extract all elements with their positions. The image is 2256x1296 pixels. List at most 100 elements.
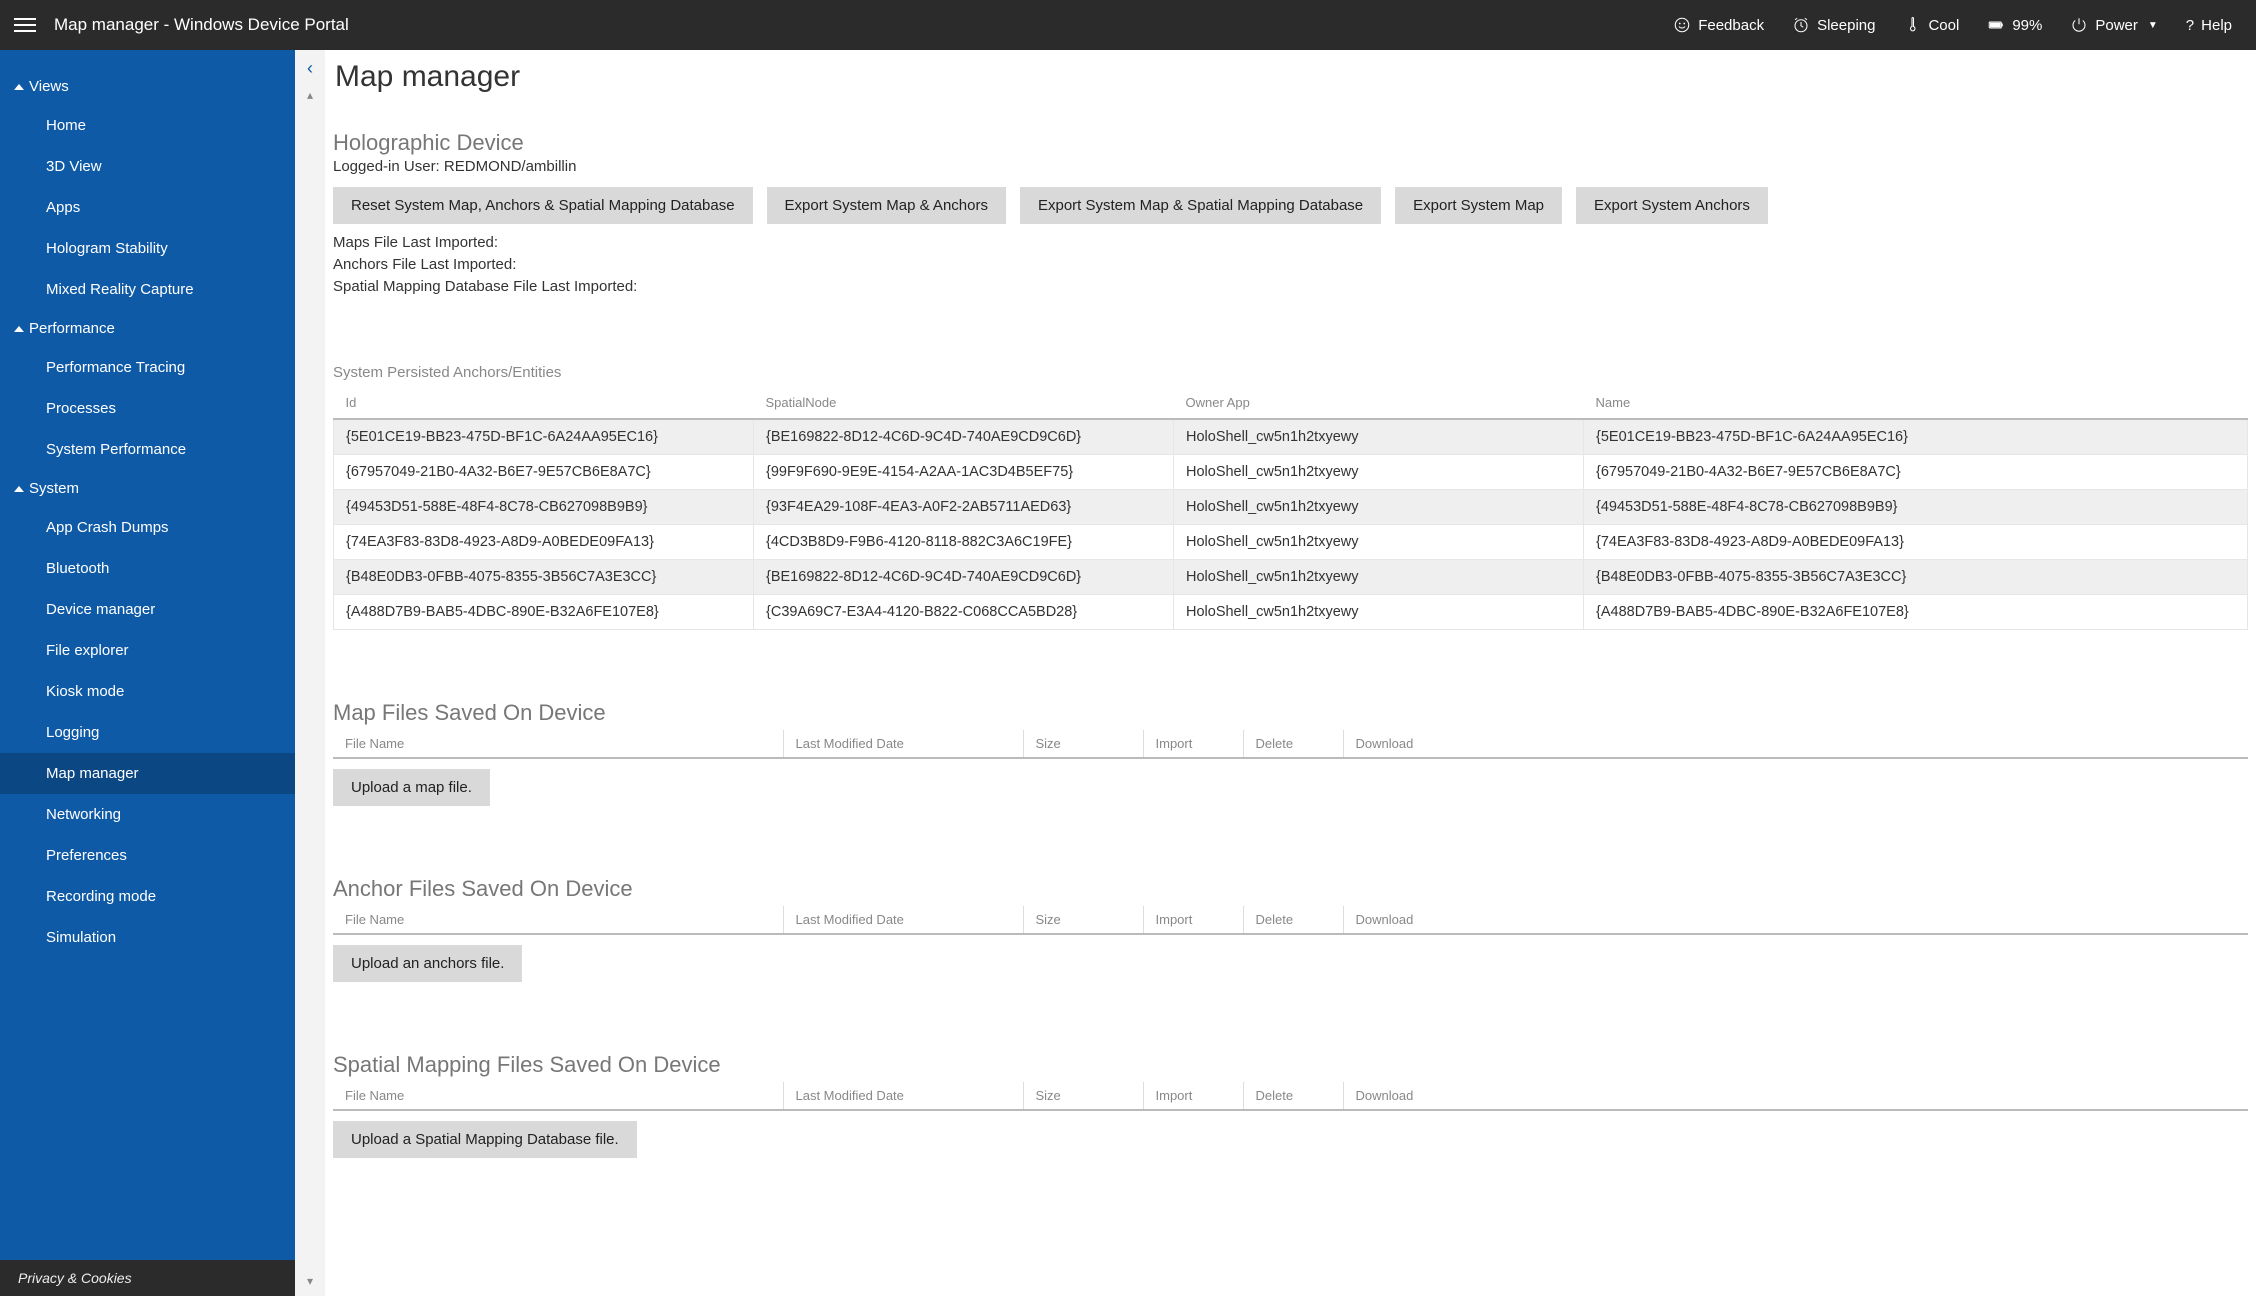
sidebar-item-home[interactable]: Home [0, 105, 295, 146]
export-map-anchors-button[interactable]: Export System Map & Anchors [767, 187, 1006, 224]
col-import[interactable]: Import [1143, 1082, 1243, 1110]
cell-id: {B48E0DB3-0FBB-4075-8355-3B56C7A3E3CC} [334, 560, 754, 595]
sleep-status[interactable]: Sleeping [1792, 16, 1875, 34]
col-delete[interactable]: Delete [1243, 906, 1343, 934]
col-spatialnode[interactable]: SpatialNode [754, 387, 1174, 419]
cell-name: {49453D51-588E-48F4-8C78-CB627098B9B9} [1584, 490, 2248, 525]
anchor-files-title: Anchor Files Saved On Device [333, 876, 2248, 902]
col-modified[interactable]: Last Modified Date [783, 730, 1023, 758]
topbar: Map manager - Windows Device Portal Feed… [0, 0, 2256, 50]
sidebar-item-3d-view[interactable]: 3D View [0, 146, 295, 187]
smile-icon [1673, 16, 1691, 34]
sidebar-item-hologram-stability[interactable]: Hologram Stability [0, 228, 295, 269]
sidebar-item-file-explorer[interactable]: File explorer [0, 630, 295, 671]
battery-status[interactable]: 99% [1987, 16, 2042, 34]
upload-spatial-button[interactable]: Upload a Spatial Mapping Database file. [333, 1121, 637, 1158]
battery-icon [1987, 16, 2005, 34]
spatial-files-table: File Name Last Modified Date Size Import… [333, 1082, 2248, 1111]
cell-node: {C39A69C7-E3A4-4120-B822-C068CCA5BD28} [754, 595, 1174, 630]
action-button-row: Reset System Map, Anchors & Spatial Mapp… [333, 187, 2248, 224]
col-size[interactable]: Size [1023, 730, 1143, 758]
col-size[interactable]: Size [1023, 1082, 1143, 1110]
sidebar-item-processes[interactable]: Processes [0, 388, 295, 429]
col-import[interactable]: Import [1143, 906, 1243, 934]
feedback-button[interactable]: Feedback [1673, 16, 1764, 34]
sidebar-item-system-performance[interactable]: System Performance [0, 429, 295, 470]
sidebar-item-device-manager[interactable]: Device manager [0, 589, 295, 630]
export-map-spatial-button[interactable]: Export System Map & Spatial Mapping Data… [1020, 187, 1381, 224]
table-row[interactable]: {74EA3F83-83D8-4923-A8D9-A0BEDE09FA13}{4… [334, 525, 2248, 560]
sidebar-item-performance-tracing[interactable]: Performance Tracing [0, 347, 295, 388]
sidebar-item-preferences[interactable]: Preferences [0, 835, 295, 876]
cell-node: {BE169822-8D12-4C6D-9C4D-740AE9CD9C6D} [754, 560, 1174, 595]
col-filename[interactable]: File Name [333, 906, 783, 934]
menu-icon[interactable] [14, 14, 36, 36]
reset-button[interactable]: Reset System Map, Anchors & Spatial Mapp… [333, 187, 753, 224]
cell-node: {BE169822-8D12-4C6D-9C4D-740AE9CD9C6D} [754, 419, 1174, 455]
cell-name: {5E01CE19-BB23-475D-BF1C-6A24AA95EC16} [1584, 419, 2248, 455]
sidebar-section-views[interactable]: Views [0, 68, 295, 105]
table-row[interactable]: {A488D7B9-BAB5-4DBC-890E-B32A6FE107E8} {C… [334, 595, 2248, 630]
main-content: Map manager Holographic Device Logged-in… [325, 50, 2256, 1296]
sidebar-item-map-manager[interactable]: Map manager [0, 753, 295, 794]
col-download[interactable]: Download [1343, 1082, 2248, 1110]
privacy-cookies-link[interactable]: Privacy & Cookies [0, 1260, 295, 1296]
col-delete[interactable]: Delete [1243, 730, 1343, 758]
col-filename[interactable]: File Name [333, 730, 783, 758]
cell-node: {4CD3B8D9-F9B6-4120-8118-882C3A6C19FE} [754, 525, 1174, 560]
thermometer-icon [1903, 16, 1921, 34]
sidebar-item-bluetooth[interactable]: Bluetooth [0, 548, 295, 589]
col-name[interactable]: Name [1584, 387, 2248, 419]
sidebar-item-logging[interactable]: Logging [0, 712, 295, 753]
temp-status[interactable]: Cool [1903, 16, 1959, 34]
export-map-button[interactable]: Export System Map [1395, 187, 1562, 224]
holographic-device-header: Holographic Device [333, 130, 2248, 156]
power-icon [2070, 16, 2088, 34]
col-id[interactable]: Id [334, 387, 754, 419]
col-filename[interactable]: File Name [333, 1082, 783, 1110]
scroll-down-icon[interactable]: ▾ [295, 1274, 325, 1288]
col-delete[interactable]: Delete [1243, 1082, 1343, 1110]
sidebar-item-apps[interactable]: Apps [0, 187, 295, 228]
cell-name: {74EA3F83-83D8-4923-A8D9-A0BEDE09FA13} [1584, 525, 2248, 560]
table-row[interactable]: {B48E0DB3-0FBB-4075-8355-3B56C7A3E3CC}{B… [334, 560, 2248, 595]
sidebar-section-performance[interactable]: Performance [0, 310, 295, 347]
anchors-table: Id SpatialNode Owner App Name {5E01CE19-… [333, 387, 2248, 630]
page-title: Map manager [335, 60, 2248, 94]
col-download[interactable]: Download [1343, 906, 2248, 934]
cell-id: {74EA3F83-83D8-4923-A8D9-A0BEDE09FA13} [334, 525, 754, 560]
export-anchors-button[interactable]: Export System Anchors [1576, 187, 1768, 224]
upload-map-button[interactable]: Upload a map file. [333, 769, 490, 806]
sidebar-item-recording-mode[interactable]: Recording mode [0, 876, 295, 917]
table-row[interactable]: {67957049-21B0-4A32-B6E7-9E57CB6E8A7C}{9… [334, 455, 2248, 490]
sidebar-item-simulation[interactable]: Simulation [0, 917, 295, 958]
power-button[interactable]: Power ▼ [2070, 16, 2157, 34]
cell-id: {49453D51-588E-48F4-8C78-CB627098B9B9} [334, 490, 754, 525]
help-button[interactable]: ? Help [2186, 17, 2232, 34]
question-icon: ? [2186, 17, 2194, 34]
sidebar-item-networking[interactable]: Networking [0, 794, 295, 835]
sidebar-item-kiosk-mode[interactable]: Kiosk mode [0, 671, 295, 712]
col-modified[interactable]: Last Modified Date [783, 906, 1023, 934]
upload-anchors-button[interactable]: Upload an anchors file. [333, 945, 522, 982]
col-import[interactable]: Import [1143, 730, 1243, 758]
sidebar: ViewsHome3D ViewAppsHologram StabilityMi… [0, 50, 295, 1296]
sidebar-section-system[interactable]: System [0, 470, 295, 507]
col-modified[interactable]: Last Modified Date [783, 1082, 1023, 1110]
table-row[interactable]: {49453D51-588E-48F4-8C78-CB627098B9B9}{9… [334, 490, 2248, 525]
collapse-sidebar-button[interactable]: ‹ [295, 58, 325, 79]
logged-in-user: Logged-in User: REDMOND/ambillin [333, 158, 2248, 175]
maps-last-imported: Maps File Last Imported: [333, 234, 2248, 251]
sidebar-item-app-crash-dumps[interactable]: App Crash Dumps [0, 507, 295, 548]
scroll-up-icon[interactable]: ▴ [295, 88, 325, 102]
cell-node: {93F4EA29-108F-4EA3-A0F2-2AB5711AED63} [754, 490, 1174, 525]
col-download[interactable]: Download [1343, 730, 2248, 758]
cell-name: {B48E0DB3-0FBB-4075-8355-3B56C7A3E3CC} [1584, 560, 2248, 595]
col-owner[interactable]: Owner App [1174, 387, 1584, 419]
chevron-down-icon: ▼ [2148, 20, 2158, 31]
col-size[interactable]: Size [1023, 906, 1143, 934]
sidebar-item-mixed-reality-capture[interactable]: Mixed Reality Capture [0, 269, 295, 310]
cell-owner: HoloShell_cw5n1h2txyewy [1174, 455, 1584, 490]
cell-name: {A488D7B9-BAB5-4DBC-890E-B32A6FE107E8} [1584, 595, 2248, 630]
table-row[interactable]: {5E01CE19-BB23-475D-BF1C-6A24AA95EC16} {B… [334, 419, 2248, 455]
